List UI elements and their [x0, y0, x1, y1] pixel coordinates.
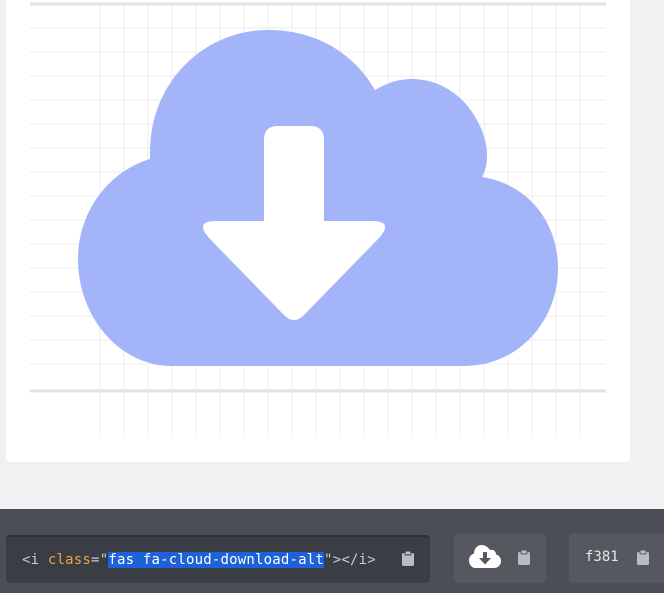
unicode-value[interactable]: f381 — [585, 549, 619, 565]
snippet-tag-open: <i — [22, 552, 48, 568]
clipboard-icon[interactable] — [637, 550, 649, 565]
glyph-copy-field[interactable] — [454, 533, 546, 583]
icon-preview-canvas — [30, 2, 606, 438]
cloud-download-alt-icon — [78, 30, 558, 366]
cloud-download-alt-icon — [469, 545, 501, 568]
unicode-copy-field[interactable]: f381 — [569, 533, 664, 583]
copy-toolbar: <i class="fas fa-cloud-download-alt"></i… — [0, 509, 664, 593]
snippet-tag-close: ></i> — [332, 552, 376, 568]
icon-detail-page: <i class="fas fa-cloud-download-alt"></i… — [0, 0, 664, 593]
html-snippet-code[interactable]: <i class="fas fa-cloud-download-alt"></i… — [22, 552, 376, 568]
clipboard-icon[interactable] — [518, 550, 530, 565]
html-snippet-field[interactable]: <i class="fas fa-cloud-download-alt"></i… — [6, 535, 430, 583]
clipboard-icon[interactable] — [402, 551, 414, 566]
snippet-quote-close: " — [324, 552, 333, 568]
icon-preview-panel — [6, 0, 630, 462]
snippet-class-value[interactable]: fas fa-cloud-download-alt — [108, 552, 325, 568]
snippet-attr-name: class — [47, 552, 92, 568]
snippet-equals: = — [91, 552, 100, 568]
